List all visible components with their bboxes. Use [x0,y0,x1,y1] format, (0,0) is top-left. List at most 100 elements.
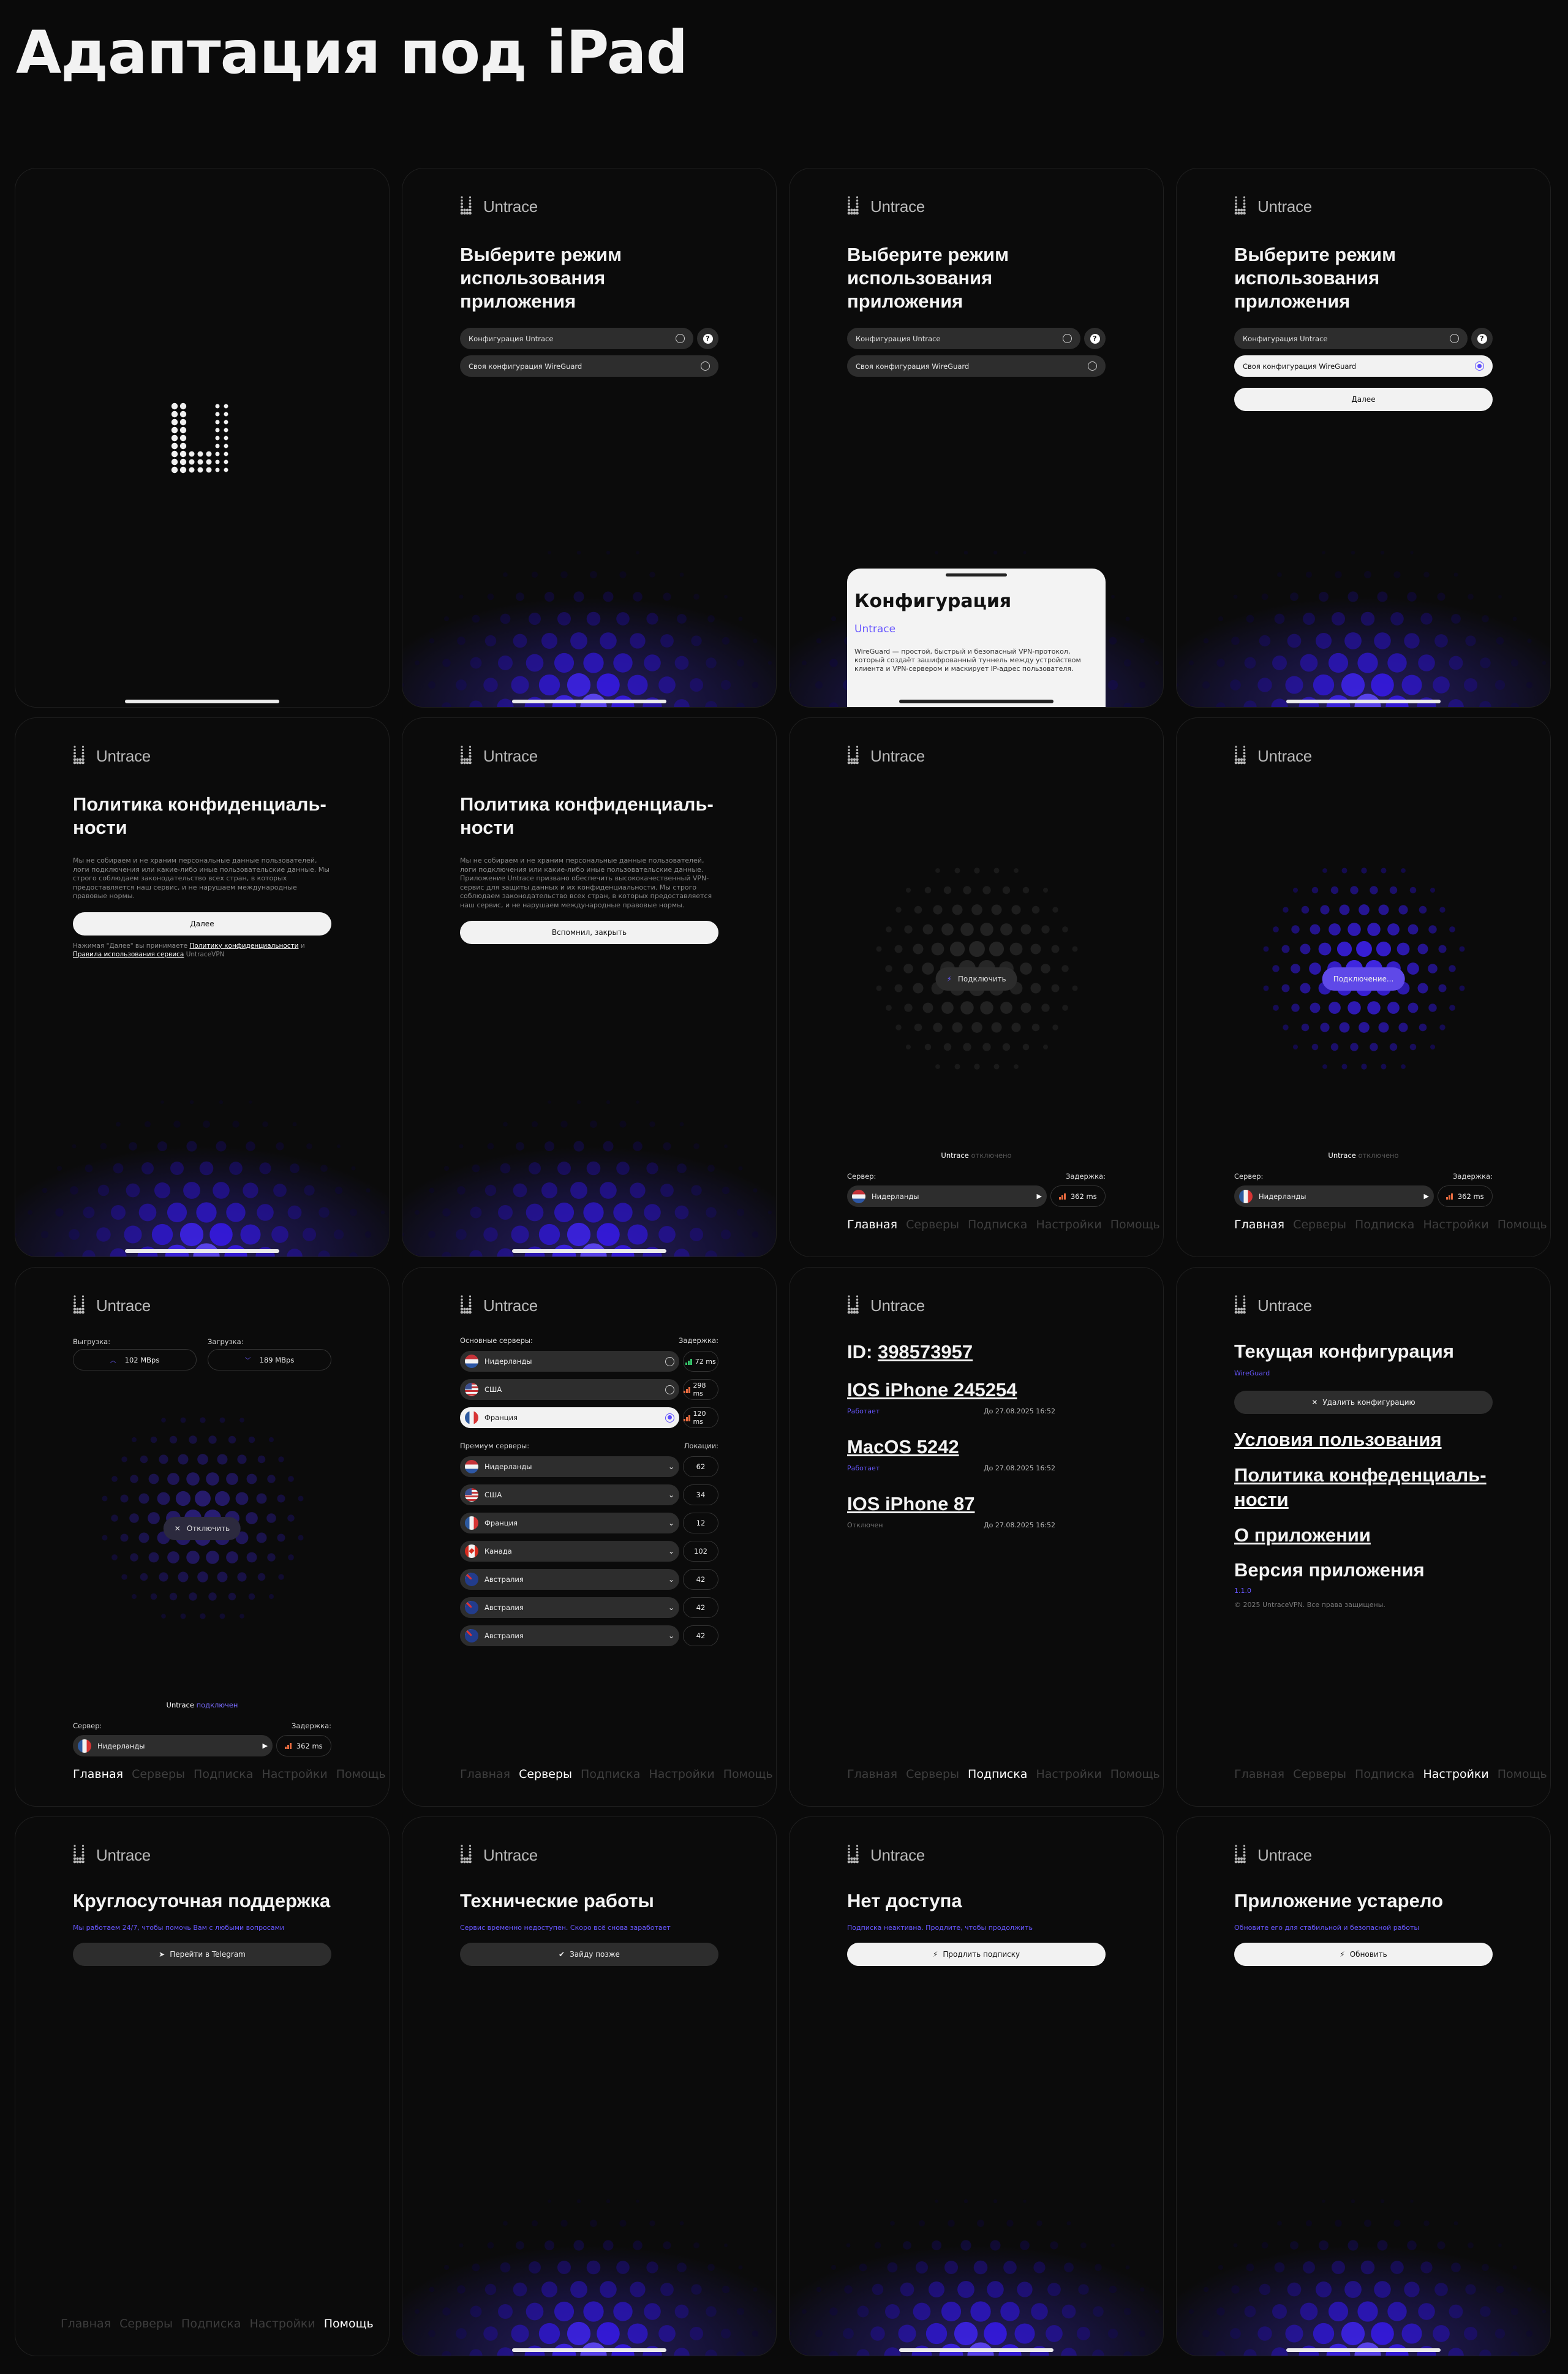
untrace-logo-icon [1234,1845,1246,1864]
tab-settings[interactable]: Настройки [649,1767,714,1781]
tab-settings[interactable]: Настройки [1036,1767,1101,1781]
server-selector[interactable]: Нидерланды ▶ [73,1735,273,1756]
option-wireguard-config[interactable]: Своя конфигурация WireGuard [847,355,1106,377]
tab-subscription[interactable]: Подписка [1355,1767,1414,1781]
dot-pattern-glow [402,2172,776,2356]
brand-logo: Untrace [73,1295,331,1317]
config-info-sheet[interactable]: Конфигурация Untrace WireGuard — простой… [847,569,1106,707]
tab-settings[interactable]: Настройки [1423,1767,1488,1781]
tab-subscription[interactable]: Подписка [968,1767,1027,1781]
help-button[interactable]: ? [1471,328,1493,349]
tab-help[interactable]: Помощь [1498,1218,1547,1231]
device-name-link[interactable]: IOS iPhone 87 [847,1492,1106,1516]
chevron-down-icon: ⌄ [668,1603,674,1612]
help-button[interactable]: ? [697,328,718,349]
brand-logo: Untrace [1234,195,1493,217]
tab-subscription[interactable]: Подписка [581,1767,640,1781]
premium-server-option[interactable]: Нидерланды ⌄ [460,1456,679,1477]
server-option[interactable]: Франция [460,1407,679,1428]
server-selector[interactable]: Нидерланды ▶ [1234,1185,1434,1207]
tab-servers[interactable]: Серверы [906,1218,959,1231]
server-option[interactable]: Нидерланды [460,1351,679,1372]
tab-help[interactable]: Помощь [336,1767,386,1781]
privacy-policy-link[interactable]: Политика конфеденциаль-ности [1234,1463,1493,1512]
latency-label: Задержка: [1453,1172,1493,1181]
server-option[interactable]: США [460,1379,679,1400]
delete-config-button[interactable]: ✕ Удалить конфигурацию [1234,1391,1493,1414]
terms-link[interactable]: Условия пользования [1234,1427,1493,1452]
terms-link[interactable]: Правила использования сервиса [73,951,184,958]
location-count: 62 [683,1456,718,1477]
option-wireguard-config[interactable]: Своя конфигурация WireGuard [1234,355,1493,377]
latency-label: Задержка: [679,1336,718,1345]
tab-help[interactable]: Помощь [1110,1767,1160,1781]
tab-settings[interactable]: Настройки [1036,1218,1101,1231]
premium-server-option[interactable]: Австралия ⌄ [460,1569,679,1590]
tab-home[interactable]: Главная [1234,1767,1284,1781]
tab-home[interactable]: Главная [1234,1218,1284,1231]
tab-settings[interactable]: Настройки [1423,1218,1488,1231]
tab-subscription[interactable]: Подписка [968,1218,1027,1231]
premium-server-option[interactable]: Австралия ⌄ [460,1625,679,1646]
close-button[interactable]: Вспомнил, закрыть [460,921,718,944]
option-untrace-config[interactable]: Конфигурация Untrace [460,328,693,349]
tab-subscription[interactable]: Подписка [194,1767,253,1781]
tab-subscription[interactable]: Подписка [181,2317,241,2331]
help-button[interactable]: ? [1084,328,1106,349]
tab-home[interactable]: Главная [460,1767,510,1781]
later-button[interactable]: ✔ Зайду позже [460,1943,718,1966]
tab-help[interactable]: Помощь [723,1767,773,1781]
tab-servers[interactable]: Серверы [119,2317,173,2331]
untrace-logo-icon [1234,746,1246,765]
tab-home[interactable]: Главная [847,1767,897,1781]
premium-server-option[interactable]: Канада ⌄ [460,1541,679,1562]
tab-servers[interactable]: Серверы [132,1767,185,1781]
tab-subscription[interactable]: Подписка [1355,1218,1414,1231]
premium-server-option[interactable]: Франция ⌄ [460,1513,679,1533]
connecting-button[interactable]: Подключение... [1322,967,1405,991]
tab-home[interactable]: Главная [73,1767,123,1781]
connect-button[interactable]: ⚡ Подключить [935,967,1017,991]
location-count: 12 [683,1513,718,1533]
option-untrace-config[interactable]: Конфигурация Untrace [1234,328,1468,349]
tab-bar: Главная Серверы Подписка Настройки Помощь [73,1767,386,1781]
option-untrace-config[interactable]: Конфигурация Untrace [847,328,1080,349]
signal-icon [285,1742,292,1749]
next-button[interactable]: Далее [1234,388,1493,411]
tab-home[interactable]: Главная [847,1218,897,1231]
flag-icon [465,1601,478,1614]
tab-home[interactable]: Главная [61,2317,111,2331]
tab-servers[interactable]: Серверы [519,1767,572,1781]
device-name-link[interactable]: IOS iPhone 245254 [847,1378,1106,1402]
tab-servers[interactable]: Серверы [906,1767,959,1781]
device-name-link[interactable]: MacOS 5242 [847,1435,1106,1459]
radio-selected-icon [1475,361,1484,371]
home-indicator [125,700,279,703]
about-link[interactable]: О приложении [1234,1523,1493,1548]
premium-server-option[interactable]: Австралия ⌄ [460,1597,679,1618]
device-expiry: До 27.08.2025 16:52 [984,1521,1055,1529]
tab-servers[interactable]: Серверы [1293,1767,1346,1781]
tab-help[interactable]: Помощь [324,2317,374,2331]
play-icon: ▶ [1036,1192,1042,1200]
tab-help[interactable]: Помощь [1110,1218,1160,1231]
renew-subscription-button[interactable]: ⚡ Продлить подписку [847,1943,1106,1966]
tab-bar: Главная Серверы Подписка Настройки Помощь [847,1218,1160,1231]
option-wireguard-config[interactable]: Своя конфигурация WireGuard [460,355,718,377]
sheet-grabber[interactable] [946,573,1007,576]
brand-logo: Untrace [847,1295,1106,1317]
untrace-logo-icon [460,1295,472,1314]
disconnect-button[interactable]: ✕ Отключить [163,1517,241,1540]
tab-settings[interactable]: Настройки [249,2317,315,2331]
tab-settings[interactable]: Настройки [262,1767,327,1781]
device-expiry: До 27.08.2025 16:52 [984,1407,1055,1415]
privacy-policy-link[interactable]: Политику конфиденциальности [189,942,298,950]
premium-server-option[interactable]: США ⌄ [460,1484,679,1505]
next-button[interactable]: Далее [73,912,331,936]
tab-bar: Главная Серверы Подписка Настройки Помощь [61,2317,374,2331]
update-button[interactable]: ⚡ Обновить [1234,1943,1493,1966]
telegram-button[interactable]: ➤ Перейти в Telegram [73,1943,331,1966]
server-selector[interactable]: Нидерланды ▶ [847,1185,1047,1207]
tab-servers[interactable]: Серверы [1293,1218,1346,1231]
tab-help[interactable]: Помощь [1498,1767,1547,1781]
